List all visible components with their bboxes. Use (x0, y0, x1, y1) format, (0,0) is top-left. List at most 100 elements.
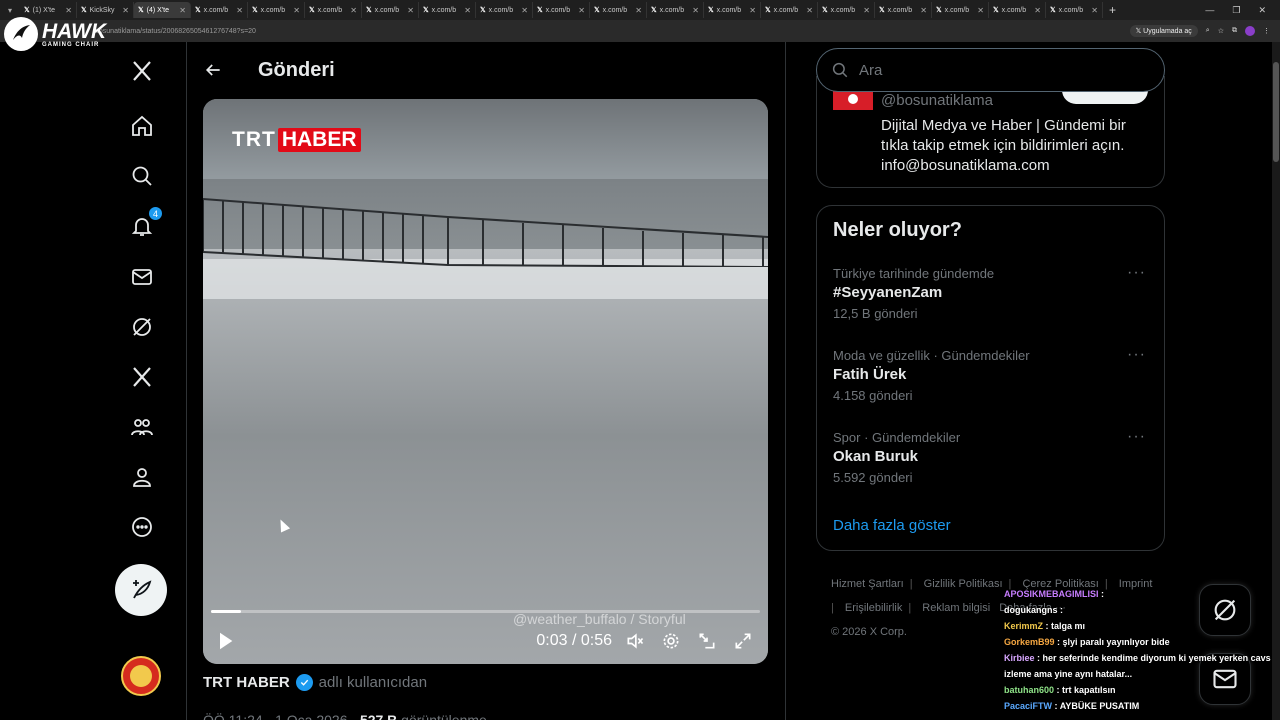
browser-tab[interactable]: 𝕏x.com/b ✕ (1046, 2, 1103, 18)
browser-tab[interactable]: 𝕏x.com/b ✕ (533, 2, 590, 18)
x-premium-icon[interactable] (129, 364, 155, 390)
browser-tab[interactable]: 𝕏x.com/b ✕ (305, 2, 362, 18)
browser-tab[interactable]: 𝕏x.com/b ✕ (362, 2, 419, 18)
back-arrow-icon[interactable] (201, 58, 225, 82)
page-scrollbar[interactable] (1272, 42, 1280, 720)
footer-ads-link[interactable]: Reklam bilgisi (922, 596, 990, 620)
play-icon[interactable] (212, 628, 238, 654)
tab-search-icon[interactable]: ▾ (0, 2, 20, 18)
trend-item[interactable]: Türkiye tarihinde gündemde #SeyyanenZam … (817, 264, 1164, 348)
tab-close-icon[interactable]: ✕ (65, 6, 72, 15)
browser-tab[interactable]: 𝕏x.com/b ✕ (989, 2, 1046, 18)
grok-icon[interactable] (129, 314, 155, 340)
bell-icon[interactable]: 4 (129, 206, 163, 239)
account-avatar[interactable] (121, 656, 161, 696)
scrollbar-thumb[interactable] (1273, 62, 1279, 162)
minimize-icon[interactable]: — (1205, 5, 1214, 16)
footer-terms-link[interactable]: Hizmet Şartları (831, 572, 904, 596)
tab-close-icon[interactable]: ✕ (863, 6, 870, 15)
home-icon[interactable] (129, 113, 155, 139)
close-window-icon[interactable]: ✕ (1258, 5, 1266, 16)
settings-gear-icon[interactable] (658, 628, 684, 654)
tab-close-icon[interactable]: ✕ (350, 6, 357, 15)
browser-tab[interactable]: 𝕏x.com/b ✕ (761, 2, 818, 18)
browser-tab[interactable]: 𝕏x.com/b ✕ (191, 2, 248, 18)
trend-more-icon[interactable]: ··· (1127, 428, 1146, 446)
more-icon[interactable] (129, 514, 155, 540)
tab-close-icon[interactable]: ✕ (179, 6, 186, 15)
tab-favicon-icon: 𝕏 (195, 7, 201, 14)
trend-more-icon[interactable]: ··· (1127, 346, 1146, 364)
chat-separator: : (1057, 605, 1063, 615)
browser-tab[interactable]: 𝕏x.com/b ✕ (248, 2, 305, 18)
tab-close-icon[interactable]: ✕ (806, 6, 813, 15)
tab-close-icon[interactable]: ✕ (578, 6, 585, 15)
tab-close-icon[interactable]: ✕ (749, 6, 756, 15)
tab-close-icon[interactable]: ✕ (122, 6, 129, 15)
mail-icon[interactable] (129, 264, 155, 290)
tab-close-icon[interactable]: ✕ (977, 6, 984, 15)
chat-username: PacaciFTW (1004, 701, 1053, 711)
extensions-icon[interactable]: ⧉ (1232, 27, 1237, 35)
mute-icon[interactable] (622, 628, 648, 654)
tab-favicon-icon: 𝕏 (423, 7, 429, 14)
tab-close-icon[interactable]: ✕ (1091, 6, 1098, 15)
timestamp-text[interactable]: ÖÖ 11:24 · 1 Oca 2026 · (203, 712, 360, 720)
video-progress-bar[interactable] (211, 610, 760, 613)
restore-icon[interactable]: ❐ (1232, 5, 1240, 16)
x-logo-icon[interactable] (129, 58, 155, 84)
url-field[interactable]: bosunatiklama/status/2006826505461276748… (95, 28, 995, 35)
tab-favicon-icon: 𝕏 (708, 7, 714, 14)
new-tab-button[interactable]: + (1109, 3, 1116, 17)
footer-privacy-link[interactable]: Gizlilik Politikası (924, 572, 1003, 596)
stream-chat-overlay: APOSIKMEBAGIMLISI : dogukangns : KerimmZ… (1004, 586, 1272, 714)
browser-tab[interactable]: 𝕏x.com/b ✕ (875, 2, 932, 18)
open-in-app-button[interactable]: 𝕏 Uygulamada aç (1129, 25, 1198, 37)
compose-post-button[interactable] (115, 564, 167, 616)
profile-icon[interactable] (129, 464, 155, 490)
tab-close-icon[interactable]: ✕ (464, 6, 471, 15)
communities-icon[interactable] (129, 414, 155, 440)
footer-accessibility-link[interactable]: Erişilebilirlik (845, 596, 902, 620)
show-more-link[interactable]: Daha fazla göster (833, 517, 951, 534)
browser-tab[interactable]: 𝕏x.com/b ✕ (419, 2, 476, 18)
trend-item[interactable]: Spor · Gündemdekiler Okan Buruk 5.592 gö… (817, 428, 1164, 512)
zoom-icon[interactable]: ⌕ (1206, 27, 1210, 35)
profile-avatar[interactable] (833, 90, 873, 110)
tab-close-icon[interactable]: ✕ (236, 6, 243, 15)
browser-tab[interactable]: 𝕏x.com/b ✕ (704, 2, 761, 18)
search-icon[interactable] (129, 163, 155, 189)
browser-profile-avatar[interactable] (1245, 26, 1255, 36)
browser-tab[interactable]: 𝕏 (1) X'te ✕ (20, 2, 77, 18)
tab-close-icon[interactable]: ✕ (635, 6, 642, 15)
browser-tab[interactable]: 𝕏 KickSky ✕ (77, 2, 134, 18)
video-player[interactable]: TRT HABER @weather_buffalo / Storyful 0:… (203, 99, 768, 664)
tab-close-icon[interactable]: ✕ (407, 6, 414, 15)
tab-close-icon[interactable]: ✕ (692, 6, 699, 15)
trend-more-icon[interactable]: ··· (1127, 264, 1146, 282)
tab-close-icon[interactable]: ✕ (1034, 6, 1041, 15)
browser-tab[interactable]: 𝕏x.com/b ✕ (647, 2, 704, 18)
tab-favicon-icon: 𝕏 (480, 7, 486, 14)
browser-menu-icon[interactable]: ⋮ (1263, 27, 1270, 35)
tab-close-icon[interactable]: ✕ (920, 6, 927, 15)
browser-tab[interactable]: 𝕏x.com/b ✕ (590, 2, 647, 18)
tab-favicon-icon: 𝕏 (1050, 7, 1056, 14)
tab-close-icon[interactable]: ✕ (293, 6, 300, 15)
fullscreen-icon[interactable] (730, 628, 756, 654)
bookmark-star-icon[interactable]: ☆ (1218, 27, 1224, 35)
browser-tab[interactable]: 𝕏x.com/b ✕ (818, 2, 875, 18)
profile-handle[interactable]: @bosunatiklama (881, 92, 993, 109)
browser-tab[interactable]: 𝕏x.com/b ✕ (932, 2, 989, 18)
picture-in-picture-icon[interactable] (694, 628, 720, 654)
search-input[interactable] (859, 61, 1139, 79)
browser-tab[interactable]: 𝕏 (4) X'te ✕ (134, 2, 191, 18)
stream-sponsor-logo: HAWK GAMING CHAIR (4, 17, 106, 51)
tab-label: x.com/b (1058, 6, 1084, 14)
trend-name: Fatih Ürek (833, 366, 907, 383)
chat-separator: : (1052, 701, 1060, 711)
trend-item[interactable]: Moda ve güzellik · Gündemdekiler Fatih Ü… (817, 346, 1164, 430)
browser-tab[interactable]: 𝕏x.com/b ✕ (476, 2, 533, 18)
author-name[interactable]: TRT HABER (203, 674, 290, 691)
tab-close-icon[interactable]: ✕ (521, 6, 528, 15)
